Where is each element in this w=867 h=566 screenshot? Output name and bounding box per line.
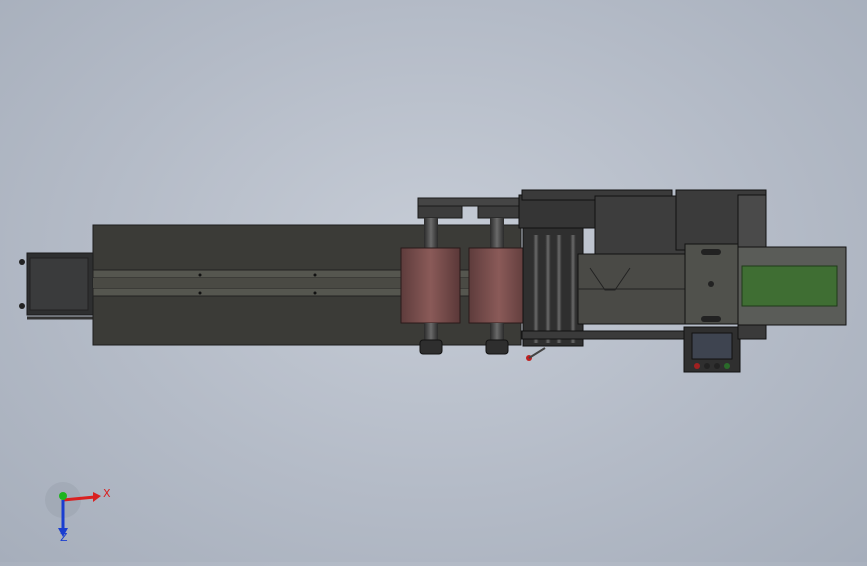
- z-axis-label: Z: [60, 531, 68, 544]
- infeed-block: [19, 252, 94, 320]
- upper-frame-bar: [417, 197, 523, 207]
- lower-frame-rail: [521, 330, 685, 340]
- x-axis-label: X: [103, 487, 111, 500]
- cad-viewport[interactable]: X Z: [0, 0, 867, 562]
- outfeed-conveyor: [737, 246, 847, 340]
- y-axis-marker: [59, 492, 67, 500]
- hmi-panel: [683, 326, 741, 373]
- model-view: X Z: [19, 189, 847, 544]
- hmi-screen: [691, 332, 733, 360]
- coordinate-triad: X Z: [45, 482, 111, 544]
- conveyor-belt: [741, 265, 838, 307]
